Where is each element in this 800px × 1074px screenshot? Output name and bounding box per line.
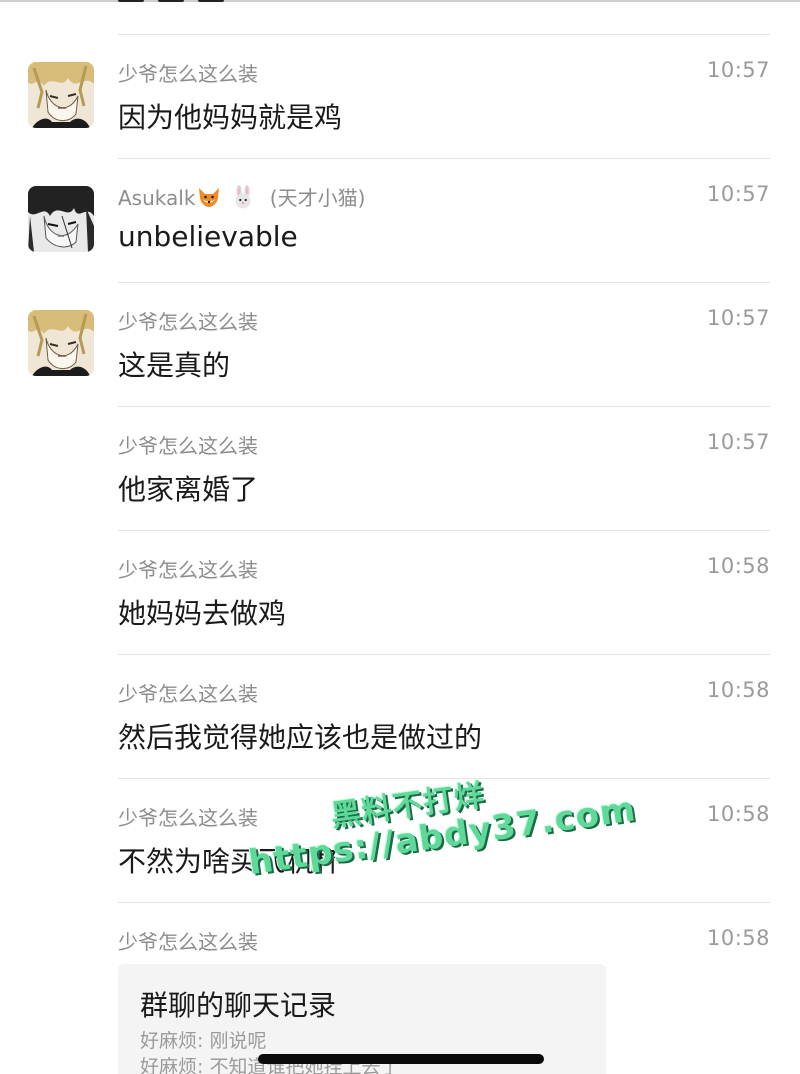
message-text[interactable]: unbelievable <box>118 220 298 253</box>
sender-name: 少爷怎么这么装 <box>118 930 258 954</box>
fox-emoji-icon <box>197 185 221 214</box>
message-row[interactable]: 少爷怎么这么装 10:57 他家离婚了 <box>0 406 800 530</box>
message-time: 10:57 <box>706 182 770 206</box>
message-time: 10:58 <box>706 802 770 826</box>
sender-name: 少爷怎么这么装 <box>118 62 258 86</box>
message-row[interactable]: Asukalk (天才小猫) 10:57 unbelievable <box>0 158 800 282</box>
chat-record-title: 群聊的聊天记录 <box>140 989 337 1022</box>
chat-screen: 少爷怎么这么装 10:57 因为他妈妈就是鸡 Asukalk (天才小猫) 10… <box>0 0 800 1074</box>
rabbit-emoji-icon <box>231 185 255 214</box>
message-row[interactable]: 少爷怎么这么装 10:58 她妈妈去做鸡 <box>0 530 800 654</box>
message-time: 10:57 <box>706 430 770 454</box>
sender-name-text: Asukalk <box>118 186 196 210</box>
message-row[interactable]: 少爷怎么这么装 10:58 然后我觉得她应该也是做过的 <box>0 654 800 778</box>
message-text[interactable]: 然后我觉得她应该也是做过的 <box>118 716 482 756</box>
chat-record-line: 好麻烦: 刚说呢 <box>140 1030 267 1052</box>
message-text[interactable]: 他家离婚了 <box>118 468 258 508</box>
message-time: 10:58 <box>706 678 770 702</box>
message-time: 10:58 <box>706 926 770 950</box>
message-text[interactable]: 不然为啥买飞机杯 <box>118 840 342 880</box>
message-time: 10:57 <box>706 306 770 330</box>
message-row[interactable]: 少爷怎么这么装 10:57 这是真的 <box>0 282 800 406</box>
message-time: 10:58 <box>706 554 770 578</box>
sender-nickname: (天才小猫) <box>269 186 366 210</box>
message-row[interactable]: 少爷怎么这么装 10:58 不然为啥买飞机杯 <box>0 778 800 902</box>
message-text[interactable]: 她妈妈去做鸡 <box>118 592 286 632</box>
previous-message-clipped <box>118 0 318 6</box>
home-indicator[interactable] <box>258 1054 544 1064</box>
blond-anime-avatar-icon <box>28 310 94 376</box>
message-row[interactable]: 少爷怎么这么装 10:57 因为他妈妈就是鸡 <box>0 34 800 158</box>
sender-name: 少爷怎么这么装 <box>118 806 258 830</box>
message-text[interactable]: 因为他妈妈就是鸡 <box>118 96 342 136</box>
avatar[interactable] <box>28 62 94 128</box>
blond-anime-avatar-icon <box>28 62 94 128</box>
message-text[interactable]: 这是真的 <box>118 344 230 384</box>
message-time: 10:57 <box>706 58 770 82</box>
avatar[interactable] <box>28 310 94 376</box>
sender-name: 少爷怎么这么装 <box>118 310 258 334</box>
sender-name: 少爷怎么这么装 <box>118 558 258 582</box>
sender-name: Asukalk (天才小猫) <box>118 182 365 214</box>
dark-anime-avatar-icon <box>28 186 94 252</box>
sender-name: 少爷怎么这么装 <box>118 434 258 458</box>
avatar[interactable] <box>28 186 94 252</box>
sender-name: 少爷怎么这么装 <box>118 682 258 706</box>
